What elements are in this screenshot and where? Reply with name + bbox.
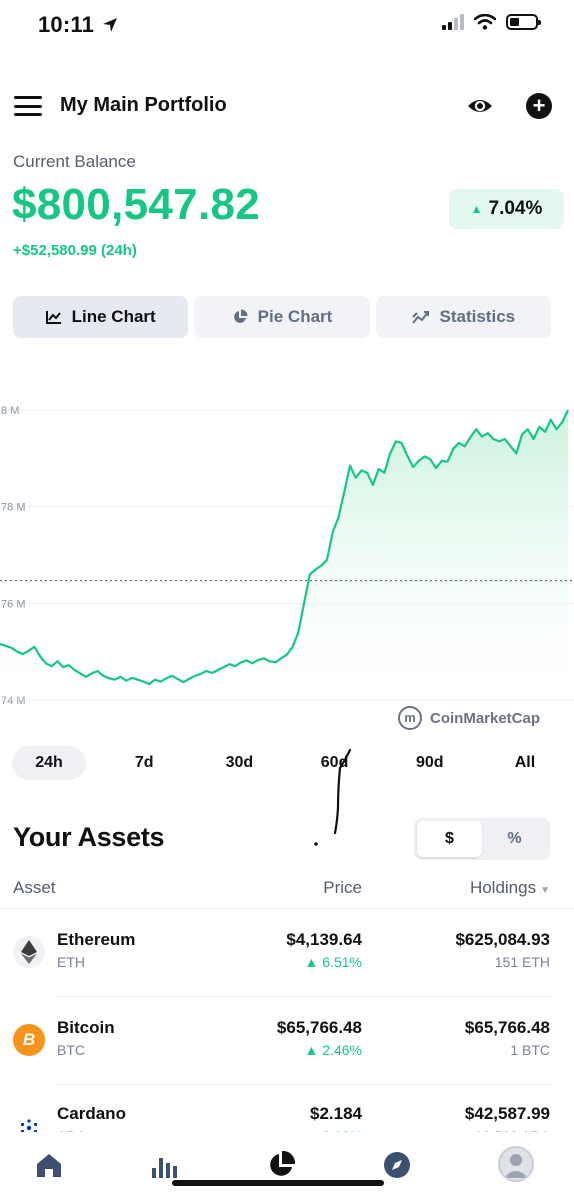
watermark-text: CoinMarketCap	[430, 709, 541, 727]
balance-label: Current Balance	[13, 152, 136, 171]
range-30d[interactable]: 30d	[202, 746, 276, 780]
row-divider	[57, 996, 550, 997]
home-icon[interactable]	[34, 1150, 64, 1180]
coinmarketcap-logo-icon: m	[398, 706, 422, 730]
statistics-icon	[411, 311, 429, 324]
bitcoin-icon: B	[13, 1024, 45, 1056]
range-60d[interactable]: 60d	[298, 746, 372, 780]
time-range-selector: 24h 7d 30d 60d 90d All	[12, 746, 562, 782]
wifi-icon	[474, 14, 496, 30]
chart-y-tick-label: .78 M	[0, 502, 26, 514]
battery-icon	[506, 14, 541, 30]
chart-type-tabs: Line Chart Pie Chart Statistics	[13, 296, 551, 338]
range-all[interactable]: All	[488, 746, 562, 780]
percent-change-badge: ▲ 7.04%	[449, 189, 564, 229]
asset-price: $4,139.64	[286, 930, 362, 949]
cellular-signal-icon	[442, 14, 464, 30]
portfolio-line-chart[interactable]: .8 M .78 M .76 M .74 M	[0, 370, 574, 740]
assets-table-header: Asset Price Holdings ▼	[0, 876, 574, 902]
asset-holdings-quantity: 151 ETH	[494, 954, 550, 970]
up-triangle-icon: ▲	[470, 202, 483, 216]
asset-price-change: ▲ 6.51%	[304, 954, 362, 970]
range-90d[interactable]: 90d	[393, 746, 467, 780]
location-arrow-icon	[103, 18, 118, 32]
chart-svg: .8 M.78 M.76 M.74 M	[0, 405, 574, 707]
value-mode-toggle: $ %	[414, 818, 550, 860]
tab-line-chart-label: Line Chart	[71, 307, 156, 326]
toggle-currency[interactable]: $	[417, 821, 482, 857]
chart-y-tick-label: .8 M	[0, 405, 19, 417]
asset-price: $65,766.48	[276, 1018, 362, 1037]
asset-row-ethereum[interactable]: Ethereum ETH $4,139.64 ▲ 6.51% $625,084.…	[0, 918, 574, 1006]
portfolio-pie-icon[interactable]	[266, 1150, 296, 1180]
asset-price: $2.184	[310, 1104, 362, 1123]
asset-row-bitcoin[interactable]: B Bitcoin BTC $65,766.48 ▲ 2.46% $65,766…	[0, 1006, 574, 1094]
tab-pie-chart[interactable]: Pie Chart	[194, 296, 370, 338]
app-header: My Main Portfolio +	[0, 86, 574, 126]
bottom-tab-bar	[0, 1132, 574, 1200]
chart-y-tick-label: .76 M	[0, 598, 26, 610]
asset-name: Cardano	[57, 1104, 126, 1123]
eye-icon[interactable]	[466, 94, 494, 118]
toggle-percent[interactable]: %	[482, 821, 547, 857]
asset-symbol: ETH	[57, 954, 85, 970]
home-indicator	[172, 1180, 384, 1186]
add-icon[interactable]: +	[526, 93, 552, 119]
range-7d[interactable]: 7d	[107, 746, 181, 780]
row-divider	[57, 1084, 550, 1085]
assets-title: Your Assets	[13, 822, 165, 852]
tab-statistics[interactable]: Statistics	[375, 296, 551, 338]
status-bar: 10:11	[0, 0, 574, 50]
hamburger-menu-icon[interactable]	[14, 96, 42, 116]
coinmarketcap-watermark: m CoinMarketCap	[398, 706, 540, 730]
market-bars-icon[interactable]	[150, 1150, 180, 1180]
asset-holdings-value: $65,766.48	[464, 1018, 550, 1037]
ethereum-icon	[13, 936, 45, 968]
tab-line-chart[interactable]: Line Chart	[13, 296, 189, 338]
pie-chart-icon	[233, 309, 248, 323]
percent-change-value: 7.04%	[488, 198, 543, 219]
balance-value: $800,547.82	[12, 180, 260, 229]
tab-statistics-label: Statistics	[439, 307, 516, 326]
range-24h[interactable]: 24h	[12, 746, 86, 780]
asset-name: Ethereum	[57, 930, 136, 949]
status-indicators	[442, 14, 541, 30]
asset-price-change: ▲ 2.46%	[304, 1042, 362, 1058]
balance-change-24h: +$52,580.99 (24h)	[13, 242, 137, 259]
tab-pie-chart-label: Pie Chart	[257, 307, 333, 326]
column-header-holdings-label: Holdings	[469, 878, 537, 897]
line-chart-icon	[45, 311, 61, 324]
explore-compass-icon[interactable]	[382, 1150, 412, 1180]
status-time: 10:11	[38, 12, 118, 38]
asset-holdings-value: $625,084.93	[455, 930, 550, 949]
asset-holdings-value: $42,587.99	[464, 1104, 550, 1123]
status-time-text: 10:11	[38, 12, 95, 37]
portfolio-title[interactable]: My Main Portfolio	[60, 94, 227, 117]
profile-avatar-icon[interactable]	[498, 1146, 534, 1182]
asset-name: Bitcoin	[57, 1018, 115, 1037]
asset-holdings-quantity: 1 BTC	[510, 1042, 550, 1058]
header-divider	[0, 908, 574, 909]
column-header-asset: Asset	[13, 878, 56, 897]
column-header-holdings[interactable]: Holdings ▼	[470, 878, 550, 898]
column-header-price[interactable]: Price	[323, 878, 362, 898]
asset-symbol: BTC	[57, 1042, 85, 1058]
sort-caret-icon: ▼	[540, 885, 550, 896]
